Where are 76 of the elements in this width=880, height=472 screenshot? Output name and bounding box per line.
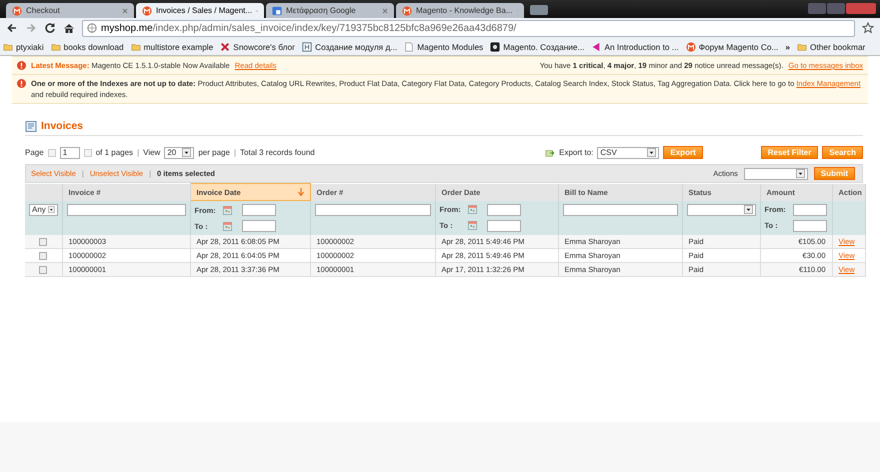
back-icon[interactable] [6,22,18,34]
magento-icon [142,6,152,16]
magento-icon [12,6,22,16]
export-label: Export to: [559,148,594,157]
calendar-icon[interactable] [222,222,232,230]
filter-field[interactable] [562,204,678,216]
date-field[interactable] [242,220,276,232]
export-icon [545,148,556,158]
folder-icon [130,42,141,52]
page-title: Invoices [41,120,84,132]
row-checkbox[interactable] [39,252,48,260]
browser-tab[interactable]: Magento - Knowledge Ba... [396,3,524,18]
folder-icon [796,42,807,52]
calendar-icon[interactable] [222,206,232,214]
folder-icon [50,42,61,52]
per-page-label: per page [198,148,230,157]
records-count: Total 3 records found [240,148,315,157]
more-bookmarks-button[interactable]: » [785,42,790,52]
sort-arrow-icon [298,188,304,196]
address-field[interactable]: myshop.me/index.php/admin/sales_invoice/index/key/719375bc8125bfc8a969e26aa43d6879/ [82,20,855,36]
browser-tab[interactable]: Invoices / Sales / Magent... [136,3,264,18]
page-field[interactable]: 1 [60,146,80,158]
calendar-icon[interactable] [468,205,476,214]
next-page-button[interactable] [84,148,92,156]
browser-tab[interactable]: Μετάφραση Google [266,3,394,18]
per-page-select[interactable]: 20 [164,146,194,158]
separator: | [234,148,236,157]
new-tab-button[interactable] [530,5,548,15]
arrow-icon [591,42,602,52]
translate-icon [272,6,282,16]
row-checkbox[interactable] [39,266,48,274]
export-format-select[interactable]: CSV [597,146,660,158]
magento-icon [686,42,696,52]
reload-icon[interactable] [44,22,56,34]
alert-icon [17,61,26,70]
home-icon[interactable] [63,22,75,34]
minimize-button[interactable] [808,3,826,14]
amount-field[interactable] [792,220,826,232]
bookmark[interactable]: books download [50,42,124,52]
cross-icon [220,42,230,52]
browser-tab[interactable]: Checkout [6,3,134,18]
date-field[interactable] [486,220,520,232]
filter-select[interactable]: Any [29,204,58,216]
page-label: Page [25,148,44,157]
date-field[interactable] [242,204,276,216]
app-icon [490,42,500,52]
maximize-button[interactable] [827,3,845,14]
calendar-icon[interactable] [468,221,476,230]
actions-select[interactable] [744,168,808,180]
bookmark[interactable]: ptyxiaki [3,42,44,52]
magento-icon [402,6,412,16]
date-field[interactable] [486,204,520,216]
bookmark[interactable]: Magento Modules [404,42,484,52]
page-icon [404,42,414,52]
bookmark[interactable]: Magento. Создание... [490,42,584,52]
filter-select[interactable] [686,204,756,216]
bookmark[interactable]: multistore example [130,42,214,52]
star-icon[interactable] [862,22,874,34]
previous-page-button[interactable] [48,148,56,156]
filter-field[interactable] [314,204,430,216]
filter-field[interactable] [66,204,186,216]
separator: | [137,148,140,157]
other-bookmarks[interactable]: Other bookmar [796,42,866,52]
page-count: of 1 pages [96,148,134,157]
bookmark[interactable]: Snowcore's блог [220,42,296,52]
invoice-icon [25,120,37,132]
folder-icon [3,42,13,52]
forward-icon[interactable] [25,22,37,34]
row-checkbox[interactable] [39,238,48,246]
view-label: View [143,148,160,157]
bookmark[interactable]: An Introduction to ... [591,42,679,52]
bookmark[interactable]: Создание модуля д... [302,42,398,52]
amount-field[interactable] [792,204,826,216]
alert-icon [17,79,26,88]
globe-icon [87,23,97,33]
bookmark[interactable]: Форум Magento Co... [686,42,778,52]
